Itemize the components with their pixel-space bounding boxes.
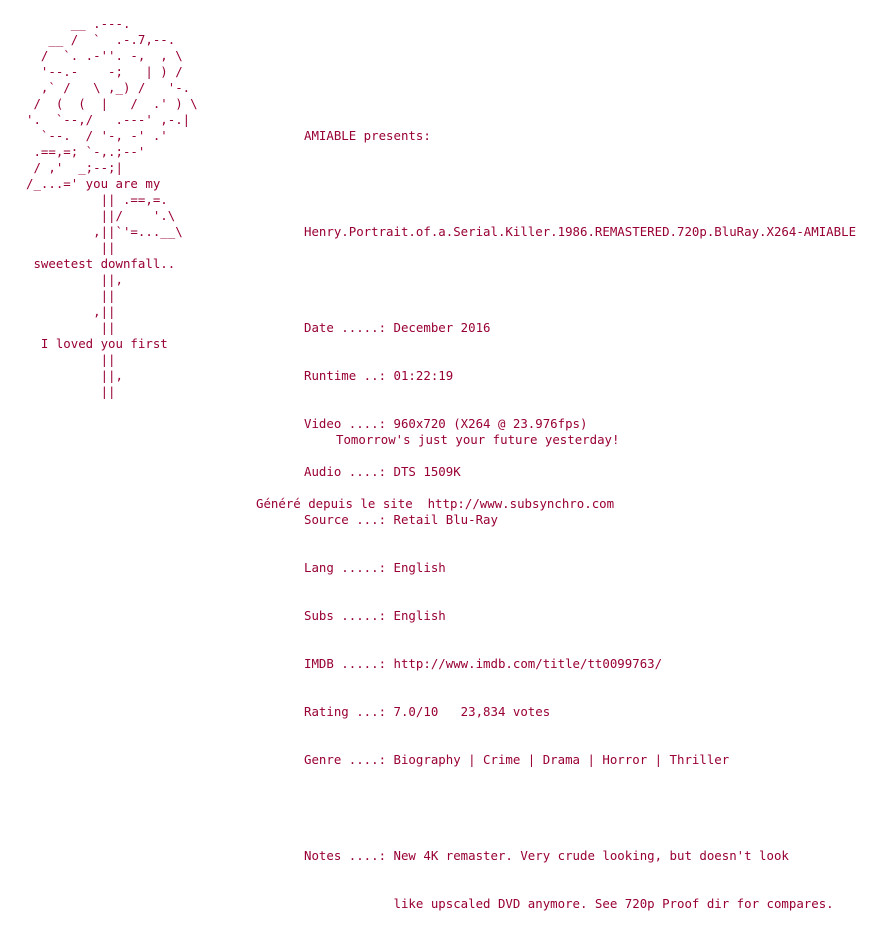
info-line-date: Date .....: December 2016 — [304, 320, 491, 335]
footer-credit: Généré depuis le site http://www.subsync… — [256, 496, 615, 511]
info-line-blank — [304, 176, 856, 192]
info-line-imdb: IMDB .....: http://www.imdb.com/title/tt… — [304, 656, 663, 671]
info-line-subs: Subs .....: English — [304, 608, 446, 623]
info-line-blank — [304, 272, 856, 288]
ascii-art: __ .---. __ / ` .-.7,--. / `. .-''. -, ,… — [26, 16, 198, 399]
info-line-video: Video ....: 960x720 (X264 @ 23.976fps) — [304, 416, 588, 431]
info-line-rating: Rating ...: 7.0/10 23,834 votes — [304, 704, 551, 719]
info-line-source: Source ...: Retail Blu-Ray — [304, 512, 498, 527]
info-line-notes-cont: like upscaled DVD anymore. See 720p Proo… — [304, 896, 834, 911]
info-line-genre: Genre ....: Biography | Crime | Drama | … — [304, 752, 730, 767]
info-line-title: AMIABLE presents: — [304, 128, 431, 143]
info-line-blank — [304, 800, 856, 816]
info-line-audio: Audio ....: DTS 1509K — [304, 464, 461, 479]
release-info: AMIABLE presents: Henry.Portrait.of.a.Se… — [304, 96, 856, 928]
info-line-lang: Lang .....: English — [304, 560, 446, 575]
info-line-runtime: Runtime ..: 01:22:19 — [304, 368, 454, 383]
tagline: Tomorrow's just your future yesterday! — [336, 432, 620, 447]
info-line-release-name: Henry.Portrait.of.a.Serial.Killer.1986.R… — [304, 224, 857, 239]
info-line-notes: Notes ....: New 4K remaster. Very crude … — [304, 848, 789, 863]
